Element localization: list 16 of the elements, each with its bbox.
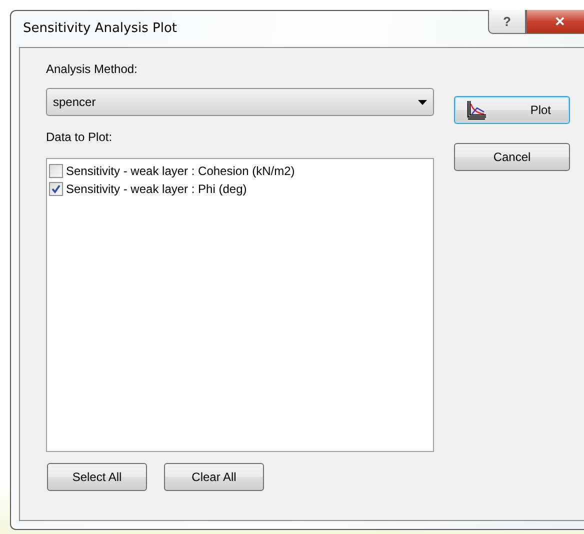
plot-button[interactable]: Plot bbox=[454, 96, 570, 124]
field-label: Data to Plot: bbox=[46, 130, 114, 144]
chart-icon bbox=[465, 100, 487, 120]
checkbox[interactable] bbox=[49, 182, 63, 196]
method-dropdown[interactable]: spencer bbox=[46, 88, 434, 116]
list-item-label: Sensitivity - weak layer : Phi (deg) bbox=[66, 182, 247, 196]
field-label: Analysis Method: bbox=[46, 62, 138, 76]
window-title: Sensitivity Analysis Plot bbox=[23, 21, 178, 36]
select-all-button[interactable]: Select All bbox=[47, 463, 147, 491]
checkbox[interactable] bbox=[49, 164, 63, 178]
caret-icon bbox=[418, 100, 427, 104]
list-item-label: Sensitivity - weak layer : Cohesion (kN/m2) bbox=[66, 164, 295, 178]
cancel-button[interactable]: Cancel bbox=[454, 143, 570, 171]
help-button[interactable]: ? bbox=[488, 10, 526, 34]
close-button[interactable]: ✕ bbox=[526, 10, 584, 34]
clear-all-button[interactable]: Clear All bbox=[164, 463, 264, 491]
